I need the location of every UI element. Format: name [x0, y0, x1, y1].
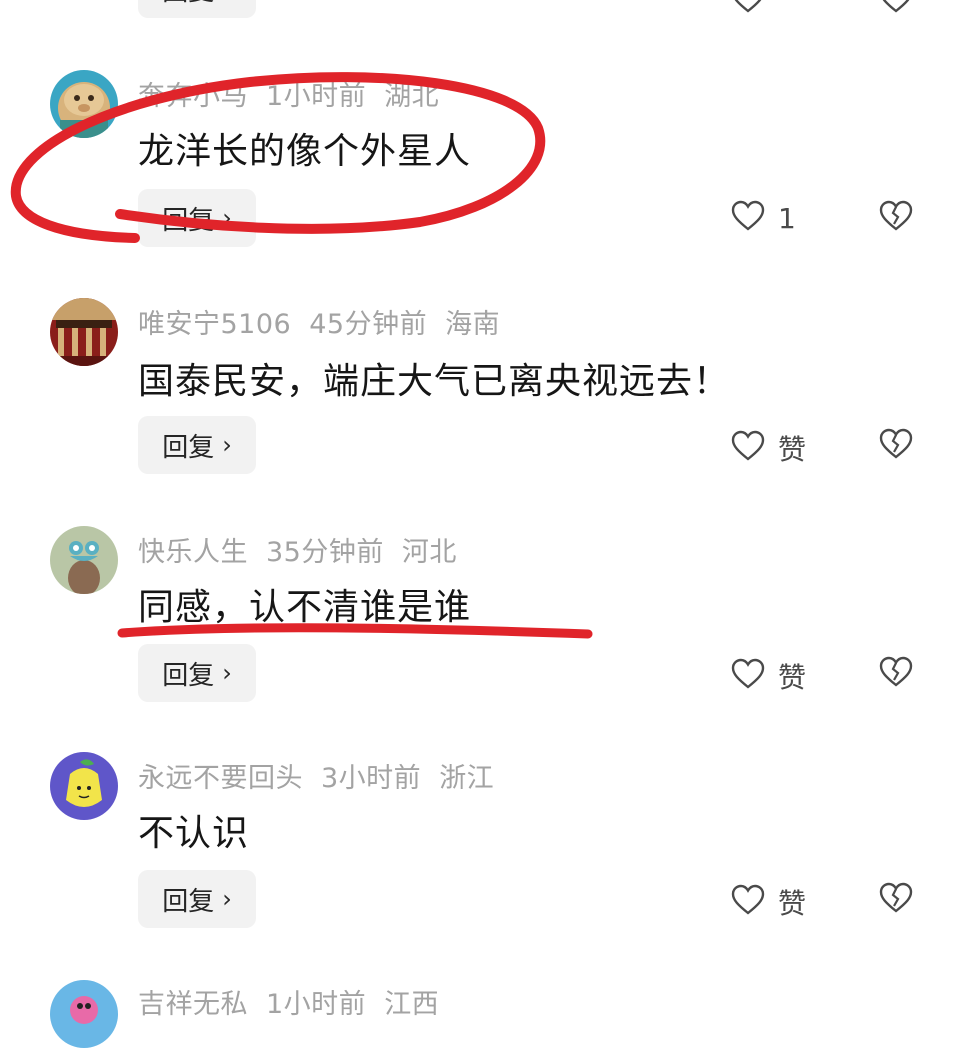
reply-button[interactable]: 回复 › [138, 644, 256, 702]
comment-feed: 回复 › [0, 0, 960, 1048]
like-button[interactable] [730, 0, 766, 18]
comment-text: 同感，认不清谁是谁 [138, 587, 472, 628]
heart-outline-icon [730, 658, 766, 694]
like-label: 赞 [778, 887, 807, 920]
avatar[interactable] [50, 298, 118, 366]
broken-heart-icon[interactable] [878, 200, 914, 236]
comment-meta: 奔奔小马 1小时前 湖北 [138, 74, 457, 113]
avatar[interactable] [50, 980, 118, 1048]
timestamp: 1小时前 [266, 989, 367, 1020]
like-label: 赞 [778, 433, 807, 466]
comment-text: 龙洋长的像个外星人 [138, 131, 472, 172]
comment-meta: 永远不要回头 3小时前 浙江 [138, 756, 512, 795]
like-button[interactable]: 赞 [730, 656, 806, 696]
reply-button[interactable]: 回复 › [138, 0, 256, 18]
heart-outline-icon [730, 200, 766, 236]
avatar[interactable] [50, 70, 118, 138]
chevron-right-icon: › [222, 431, 232, 459]
location: 浙江 [439, 763, 495, 794]
broken-heart-icon[interactable] [878, 656, 914, 692]
like-button[interactable]: 赞 [730, 428, 806, 468]
chevron-right-icon: › [222, 204, 232, 232]
comment-text: 不认识 [138, 813, 250, 854]
username[interactable]: 快乐人生 [138, 537, 248, 568]
location: 湖北 [384, 81, 440, 112]
like-button[interactable]: 1 [730, 200, 796, 236]
reply-button[interactable]: 回复 › [138, 189, 256, 247]
comment-text: 国泰民安，端庄大气已离央视远去！ [138, 361, 731, 402]
location: 江西 [384, 989, 440, 1020]
like-label: 赞 [778, 661, 807, 694]
like-button[interactable]: 赞 [730, 882, 806, 922]
avatar[interactable] [50, 752, 118, 820]
reply-button[interactable]: 回复 › [138, 416, 256, 474]
timestamp: 35分钟前 [266, 537, 384, 568]
timestamp: 1小时前 [266, 81, 367, 112]
chevron-right-icon: › [222, 0, 232, 3]
like-count: 1 [778, 201, 796, 235]
username[interactable]: 唯安宁5106 [138, 309, 291, 340]
broken-heart-icon[interactable] [878, 428, 914, 464]
comment-meta: 吉祥无私 1小时前 江西 [138, 982, 457, 1021]
avatar[interactable] [50, 526, 118, 594]
timestamp: 3小时前 [321, 763, 422, 794]
comment-meta: 唯安宁5106 45分钟前 海南 [138, 302, 518, 341]
reply-label: 回复 [162, 432, 215, 463]
location: 河北 [401, 537, 457, 568]
reply-label: 回复 [162, 0, 214, 8]
reply-label: 回复 [162, 205, 215, 236]
chevron-right-icon: › [222, 885, 232, 913]
reply-label: 回复 [162, 660, 215, 691]
timestamp: 45分钟前 [309, 309, 428, 340]
username[interactable]: 奔奔小马 [138, 81, 248, 112]
reply-button[interactable]: 回复 › [138, 870, 256, 928]
broken-heart-icon[interactable] [878, 882, 914, 918]
heart-outline-icon [730, 0, 766, 18]
heart-outline-icon [730, 884, 766, 920]
username[interactable]: 永远不要回头 [138, 763, 303, 794]
chevron-right-icon: › [222, 659, 232, 687]
location: 海南 [445, 309, 501, 340]
reply-label: 回复 [162, 886, 215, 917]
broken-heart-icon[interactable] [878, 0, 914, 18]
heart-outline-icon [730, 430, 766, 466]
comment-meta: 快乐人生 35分钟前 河北 [138, 530, 475, 569]
username[interactable]: 吉祥无私 [138, 989, 248, 1020]
